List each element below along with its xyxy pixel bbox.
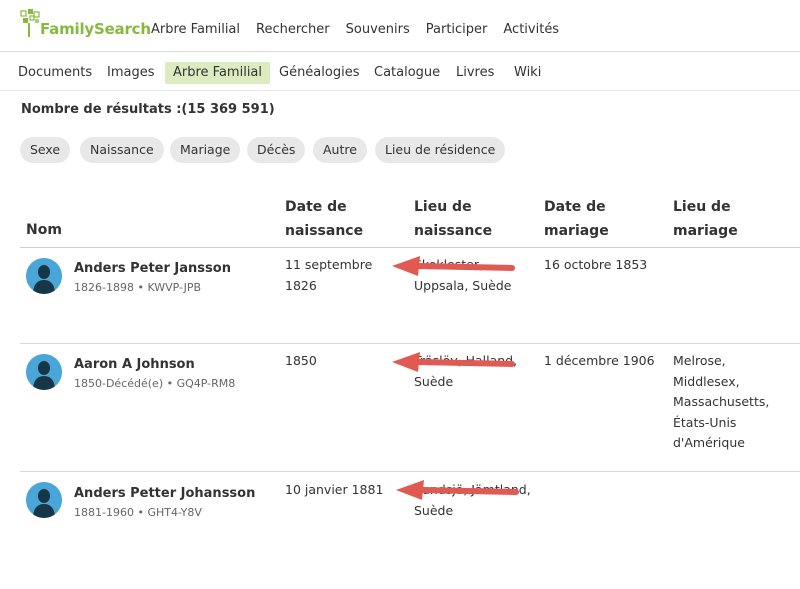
header-lieu-naissance[interactable]: Lieu de naissance: [414, 195, 492, 243]
person-name-link[interactable]: Anders Peter Jansson: [74, 261, 231, 276]
person-lifespan-id: 1826-1898 • KWVP-JPB: [74, 281, 202, 294]
person-name-link[interactable]: Anders Petter Johansson: [74, 486, 255, 501]
birth-date-line1: 10 janvier 1881: [285, 482, 384, 497]
birth-date-line2: 1826: [285, 277, 317, 293]
subnav-documents[interactable]: Documents: [10, 62, 100, 84]
filter-lieu-de-residence[interactable]: Lieu de résidence: [375, 137, 506, 163]
header-lieu-mariage[interactable]: Lieu de mariage: [673, 195, 738, 243]
red-annotation-arrow: [392, 256, 515, 276]
header-date-mariage-line1: Date de: [544, 199, 606, 215]
nav-participer[interactable]: Participer: [426, 22, 488, 37]
header-lieu-naissance-line2: naissance: [414, 223, 493, 239]
marriage-place: Melrose, Middlesex, Massachusetts, États…: [673, 351, 769, 454]
nav-rechercher[interactable]: Rechercher: [256, 22, 330, 37]
header-lieu-mariage-line1: Lieu de: [673, 199, 731, 215]
header-lieu-mariage-line2: mariage: [673, 223, 738, 239]
subnav-catalogue[interactable]: Catalogue: [366, 62, 448, 84]
header-date-mariage-line2: mariage: [544, 223, 609, 239]
familysearch-logo[interactable]: [20, 9, 42, 39]
subnav-images[interactable]: Images: [99, 62, 163, 84]
header-date-naissance-line2: naissance: [285, 223, 364, 239]
table-row[interactable]: Anders Petter Johansson 1881-1960 • GHT4…: [20, 472, 800, 542]
marriage-place-line5: d'Amérique: [673, 435, 745, 450]
person-avatar-icon[interactable]: [26, 354, 62, 390]
subnav-genealogies[interactable]: Généalogies: [271, 62, 367, 84]
nav-souvenirs[interactable]: Souvenirs: [346, 22, 410, 37]
search-subnav: Documents Images Arbre Familial Généalog…: [0, 53, 800, 91]
filter-mariage[interactable]: Mariage: [170, 137, 241, 163]
birth-place-line2: Suède: [414, 502, 454, 518]
familysearch-tree-logo-icon: [20, 9, 40, 37]
header-date-naissance[interactable]: Date de naissance: [285, 195, 363, 243]
birth-date: 10 janvier 1881: [285, 480, 383, 501]
birth-date-line1: 11 septembre: [285, 257, 373, 272]
header-lieu-naissance-line1: Lieu de: [414, 199, 472, 215]
marriage-date: 16 octobre 1853: [544, 257, 648, 272]
birth-place-line2: Suède: [414, 373, 454, 389]
marriage-place-line2: Middlesex,: [673, 373, 740, 389]
filter-deces[interactable]: Décès: [247, 137, 306, 163]
red-annotation-arrow: [392, 352, 515, 372]
filter-sexe[interactable]: Sexe: [20, 137, 71, 163]
person-avatar-icon[interactable]: [26, 482, 62, 518]
birth-date: 11 septembre 1826: [285, 255, 372, 296]
header-date-mariage[interactable]: Date de mariage: [544, 195, 609, 243]
logo-text-family: Family: [40, 20, 94, 38]
filter-naissance[interactable]: Naissance: [80, 137, 164, 163]
marriage-place-line1: Melrose,: [673, 353, 726, 368]
main-nav: Arbre Familial Rechercher Souvenirs Partici…: [151, 22, 575, 37]
header-nom[interactable]: Nom: [26, 218, 62, 242]
birth-date-line1: 1850: [285, 353, 317, 368]
person-name-link[interactable]: Aaron A Johnson: [74, 357, 195, 372]
table-row[interactable]: Anders Peter Jansson 1826-1898 • KWVP-JP…: [20, 248, 800, 344]
marriage-place-line4: États-Unis: [673, 414, 737, 430]
header-date-naissance-line1: Date de: [285, 199, 347, 215]
logo-text-search: Search: [93, 20, 151, 38]
marriage-place-line3: Massachusetts,: [673, 394, 770, 409]
subnav-arbre-familial[interactable]: Arbre Familial: [165, 62, 271, 84]
logo-text[interactable]: FamilySearch: [40, 20, 151, 38]
table-row[interactable]: Aaron A Johnson 1850-Décédé(e) • GQ4P-RM…: [20, 344, 800, 472]
person-avatar-icon[interactable]: [26, 258, 62, 294]
red-annotation-arrow: [396, 480, 519, 500]
nav-activites[interactable]: Activités: [503, 22, 559, 37]
person-lifespan-id: 1850-Décédé(e) • GQ4P-RM8: [74, 377, 236, 390]
subnav-wiki[interactable]: Wiki: [506, 62, 549, 84]
marriage-date: 1 décembre 1906: [544, 353, 655, 368]
top-header: FamilySearch Arbre Familial Rechercher Sou…: [0, 0, 800, 52]
birth-date: 1850: [285, 351, 317, 372]
subnav-livres[interactable]: Livres: [448, 62, 502, 84]
person-lifespan-id: 1881-1960 • GHT4-Y8V: [74, 506, 202, 519]
filter-autre[interactable]: Autre: [313, 137, 367, 163]
results-count: Nombre de résultats :(15 369 591): [21, 102, 275, 117]
results-table-header: Nom Date de naissance Lieu de naissance …: [20, 195, 800, 248]
nav-arbre-familial[interactable]: Arbre Familial: [151, 22, 240, 37]
